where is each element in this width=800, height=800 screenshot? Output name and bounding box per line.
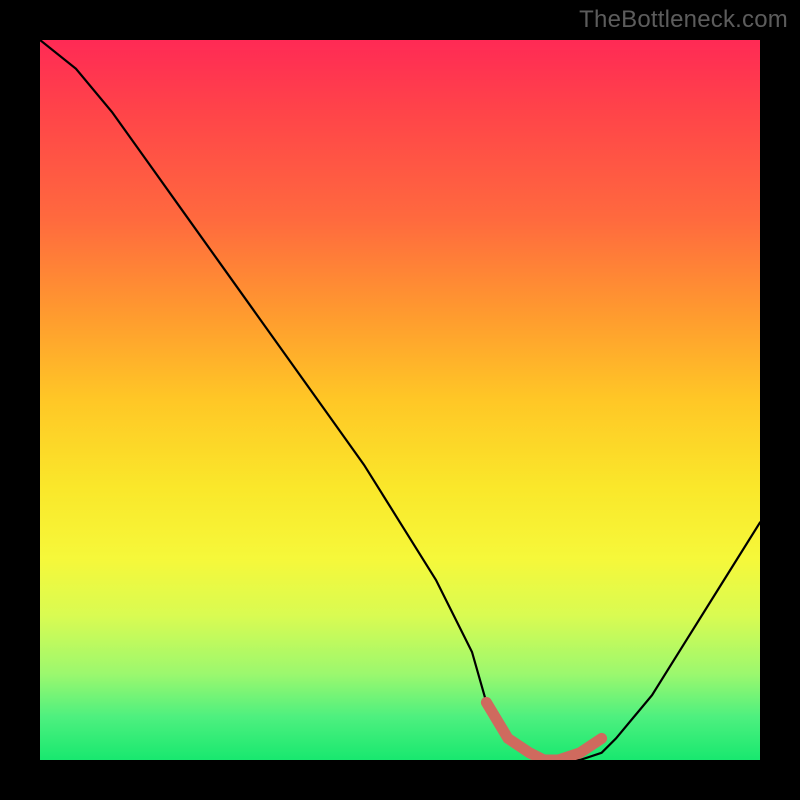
- curve-svg: [40, 40, 760, 760]
- optimal-zone-highlight: [486, 702, 601, 760]
- bottleneck-curve-line: [40, 40, 760, 760]
- watermark-text: TheBottleneck.com: [579, 6, 788, 34]
- plot-area: [40, 40, 760, 760]
- chart-frame: TheBottleneck.com: [0, 0, 800, 800]
